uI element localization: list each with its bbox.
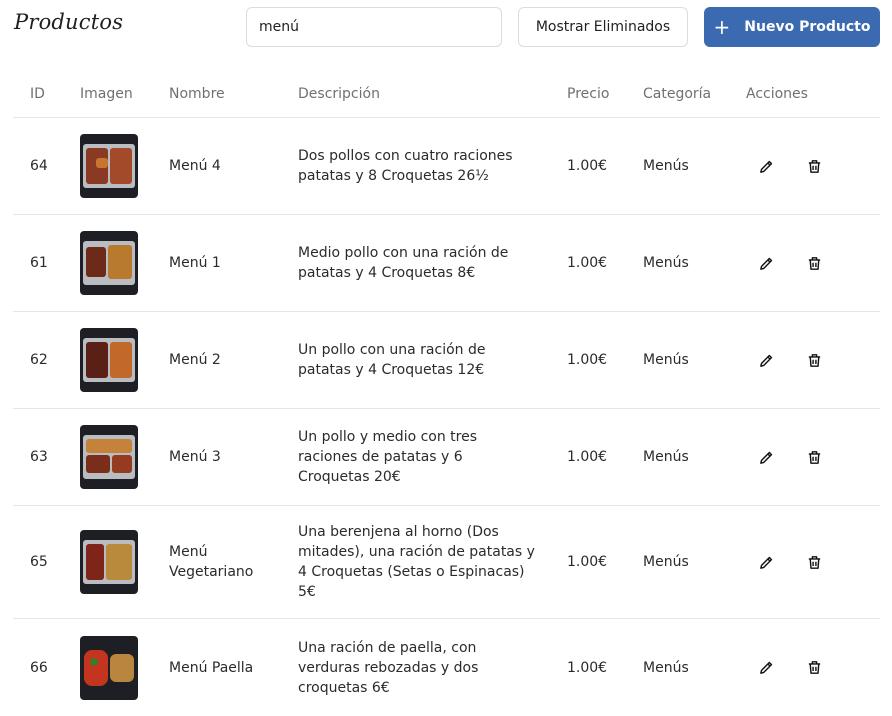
product-description: Una berenjena al horno (Dos mitades), un… <box>298 524 535 600</box>
row-id: 65 <box>30 554 48 570</box>
trash-icon[interactable] <box>805 254 823 272</box>
table-row: 64 Menú 4 Dos pollos con cuatro raciones… <box>13 118 880 215</box>
product-price: 1.00€ <box>567 554 608 570</box>
header-image: Imagen <box>80 86 133 102</box>
header-id: ID <box>30 86 45 102</box>
product-price: 1.00€ <box>567 449 608 465</box>
show-deleted-button[interactable]: Mostrar Eliminados <box>518 7 688 47</box>
show-deleted-label: Mostrar Eliminados <box>535 19 671 35</box>
product-name: Menú 2 <box>169 352 221 368</box>
table-row: 62 Menú 2 Un pollo con una ración de pat… <box>13 312 880 409</box>
pencil-icon[interactable] <box>757 157 775 175</box>
product-image <box>80 530 138 594</box>
trash-icon[interactable] <box>805 351 823 369</box>
table-row: 61 Menú 1 Medio pollo con una ración de … <box>13 215 880 312</box>
product-image <box>80 635 138 700</box>
trash-icon[interactable] <box>805 659 823 677</box>
product-name: Menú Paella <box>169 659 254 676</box>
table-row: 65 Menú Vegetariano Una berenjena al hor… <box>13 506 880 619</box>
product-category: Menús <box>643 255 689 271</box>
pencil-icon[interactable] <box>757 448 775 466</box>
row-id: 63 <box>30 449 48 465</box>
header-description: Descripción <box>298 86 380 102</box>
new-product-button[interactable]: + Nuevo Producto <box>704 7 880 47</box>
top-bar: Productos Mostrar Eliminados + Nuevo Pro… <box>0 0 892 60</box>
product-price: 1.00€ <box>567 659 608 676</box>
table-row: 66 Menú Paella Una ración de paella, con… <box>13 619 880 716</box>
row-id: 62 <box>30 352 48 368</box>
header-actions: Acciones <box>746 86 808 102</box>
product-image <box>80 231 138 295</box>
product-name: Menú 3 <box>169 449 221 465</box>
product-name: Menú Vegetariano <box>169 544 254 580</box>
trash-icon[interactable] <box>805 448 823 466</box>
row-actions <box>753 215 853 311</box>
row-id: 66 <box>30 659 48 676</box>
pencil-icon[interactable] <box>757 553 775 571</box>
product-description: Medio pollo con una ración de patatas y … <box>298 245 509 281</box>
pencil-icon[interactable] <box>757 351 775 369</box>
product-description: Un pollo con una ración de patatas y 4 C… <box>298 342 486 378</box>
new-product-label: Nuevo Producto <box>744 19 871 35</box>
product-description: Una ración de paella, con verduras reboz… <box>298 639 479 696</box>
product-description: Dos pollos con cuatro raciones patatas y… <box>298 148 513 184</box>
row-id: 61 <box>30 255 48 271</box>
product-price: 1.00€ <box>567 352 608 368</box>
header-category: Categoría <box>643 86 712 102</box>
product-category: Menús <box>643 158 689 174</box>
product-image <box>80 425 138 489</box>
row-actions <box>753 506 853 618</box>
header-price: Precio <box>567 86 610 102</box>
row-actions <box>753 619 853 716</box>
product-category: Menús <box>643 449 689 465</box>
product-category: Menús <box>643 554 689 570</box>
table-row: 63 Menú 3 Un pollo y medio con tres raci… <box>13 409 880 506</box>
product-image <box>80 328 138 392</box>
product-description: Un pollo y medio con tres raciones de pa… <box>298 429 478 485</box>
product-category: Menús <box>643 659 689 676</box>
trash-icon[interactable] <box>805 553 823 571</box>
row-actions <box>753 312 853 408</box>
product-image <box>80 134 138 198</box>
header-name: Nombre <box>169 86 225 102</box>
product-price: 1.00€ <box>567 255 608 271</box>
search-input[interactable] <box>246 7 502 47</box>
page-title: Productos <box>14 10 124 34</box>
pencil-icon[interactable] <box>757 254 775 272</box>
product-name: Menú 4 <box>169 158 221 174</box>
row-actions <box>753 409 853 505</box>
trash-icon[interactable] <box>805 157 823 175</box>
row-actions <box>753 118 853 214</box>
product-name: Menú 1 <box>169 255 221 271</box>
row-id: 64 <box>30 158 48 174</box>
product-price: 1.00€ <box>567 158 608 174</box>
plus-icon: + <box>713 15 731 39</box>
products-table: ID Imagen Nombre Descripción Precio Cate… <box>13 70 880 716</box>
table-header: ID Imagen Nombre Descripción Precio Cate… <box>13 70 880 118</box>
product-category: Menús <box>643 352 689 368</box>
pencil-icon[interactable] <box>757 659 775 677</box>
